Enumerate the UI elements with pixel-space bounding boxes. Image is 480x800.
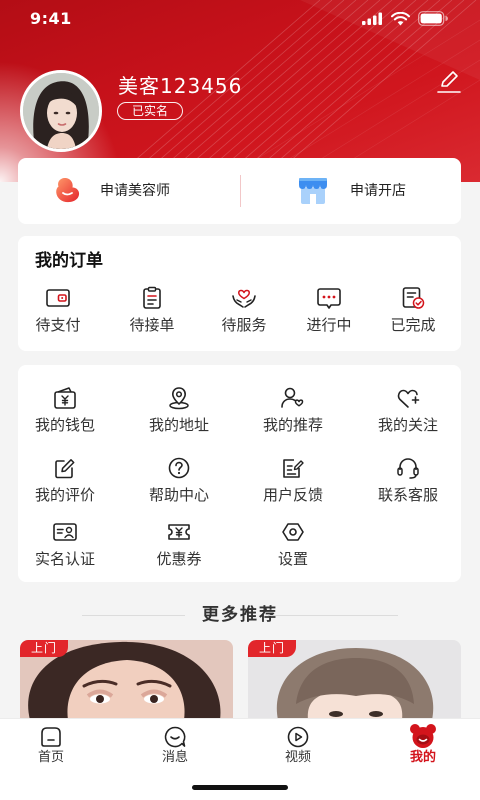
service-help-center[interactable]: 帮助中心 [134, 456, 224, 506]
service-referral[interactable]: 我的推荐 [248, 386, 338, 436]
service-real-name-verification[interactable]: 实名认证 [20, 520, 110, 570]
service-coupon[interactable]: 优惠券 [134, 520, 224, 570]
wallet-icon [54, 387, 76, 409]
order-label: 已完成 [390, 316, 436, 334]
follow-icon [397, 389, 420, 408]
in-progress-icon [317, 288, 341, 309]
avatar[interactable] [20, 70, 102, 152]
service-address[interactable]: 我的地址 [134, 386, 224, 436]
service-label: 联系客服 [377, 486, 438, 504]
avatar-portrait [23, 73, 99, 149]
tab-label: 视频 [284, 750, 311, 765]
feedback-icon [283, 459, 304, 478]
pending-accept-icon [143, 286, 161, 309]
order-pending-service[interactable]: 待服务 [204, 286, 284, 336]
video-icon [287, 726, 309, 748]
coupon-icon [168, 524, 190, 540]
id-card-icon [53, 523, 77, 541]
completed-icon [402, 287, 425, 309]
service-label: 我的地址 [148, 416, 209, 434]
message-icon [164, 726, 186, 748]
service-label: 我的关注 [377, 416, 438, 434]
shop-icon [299, 178, 327, 204]
service-label: 我的推荐 [262, 416, 323, 434]
tab-label: 首页 [37, 750, 64, 765]
tab-label: 我的 [409, 750, 436, 765]
service-wallet[interactable]: 我的钱包 [20, 386, 110, 436]
battery-icon [418, 11, 448, 26]
pending-payment-icon [46, 289, 70, 307]
order-label: 待接单 [129, 316, 175, 334]
services-card: 我的钱包 我的地址 我的推荐 我的关注 我的评价 帮助中心 用户反馈 联系客服 … [18, 365, 461, 582]
location-icon [169, 387, 189, 410]
service-label: 我的评价 [34, 486, 95, 504]
review-icon [55, 459, 75, 479]
wifi-icon [391, 12, 410, 26]
apply-card: 申请美容师 申请开店 [18, 158, 461, 224]
order-label: 待服务 [221, 316, 267, 334]
help-icon [168, 457, 190, 479]
service-follow[interactable]: 我的关注 [363, 386, 453, 436]
apply-beautician-label: 申请美容师 [100, 183, 170, 199]
edit-profile-button[interactable] [436, 70, 462, 94]
order-pending-payment[interactable]: 待支付 [18, 286, 98, 336]
tab-home[interactable]: 首页 [11, 719, 91, 775]
service-settings[interactable]: 设置 [248, 520, 338, 570]
order-label: 待支付 [35, 316, 81, 334]
home-icon [41, 727, 61, 747]
tab-bar: 首页 消息 视频 我的 [0, 718, 480, 800]
service-contact-support[interactable]: 联系客服 [363, 456, 453, 506]
service-label: 优惠券 [156, 550, 202, 568]
onsite-badge: 上门 [248, 640, 296, 657]
order-completed[interactable]: 已完成 [373, 286, 453, 336]
order-in-progress[interactable]: 进行中 [289, 286, 369, 336]
referral-icon [281, 387, 304, 408]
orders-card: 我的订单 待支付 待接单 待服务 进行中 已完成 [18, 236, 461, 351]
recommend-card[interactable]: 上门 [248, 640, 461, 720]
profile-icon [410, 724, 436, 748]
service-label: 我的钱包 [34, 416, 95, 434]
edit-icon [437, 71, 461, 93]
tab-video[interactable]: 视频 [258, 719, 338, 775]
service-label: 实名认证 [34, 550, 95, 568]
user-name: 美客123456 [118, 74, 243, 98]
recommend-card[interactable]: 上门 [20, 640, 233, 720]
beautician-icon [56, 178, 80, 203]
service-review[interactable]: 我的评价 [20, 456, 110, 506]
status-time: 9:41 [30, 9, 72, 28]
apply-beautician-button[interactable]: 申请美容师 [18, 158, 240, 224]
apply-open-shop-label: 申请开店 [350, 183, 406, 199]
home-indicator [192, 785, 288, 790]
service-label: 帮助中心 [148, 486, 209, 504]
order-label: 进行中 [306, 316, 352, 334]
pending-service-icon [232, 289, 256, 308]
verified-badge: 已实名 [117, 102, 183, 120]
apply-open-shop-button[interactable]: 申请开店 [241, 158, 461, 224]
tab-messages[interactable]: 消息 [135, 719, 215, 775]
orders-title: 我的订单 [35, 251, 103, 271]
status-bar: 9:41 [0, 0, 480, 36]
tab-label: 消息 [161, 750, 188, 765]
recommend-divider-right [268, 615, 398, 616]
onsite-badge: 上门 [20, 640, 68, 657]
service-feedback[interactable]: 用户反馈 [248, 456, 338, 506]
service-label: 用户反馈 [262, 486, 323, 504]
headset-icon [397, 458, 419, 479]
tab-profile[interactable]: 我的 [383, 719, 463, 775]
service-label: 设置 [277, 550, 308, 568]
settings-icon [282, 523, 304, 541]
order-pending-accept[interactable]: 待接单 [112, 286, 192, 336]
signal-icon [362, 12, 382, 25]
